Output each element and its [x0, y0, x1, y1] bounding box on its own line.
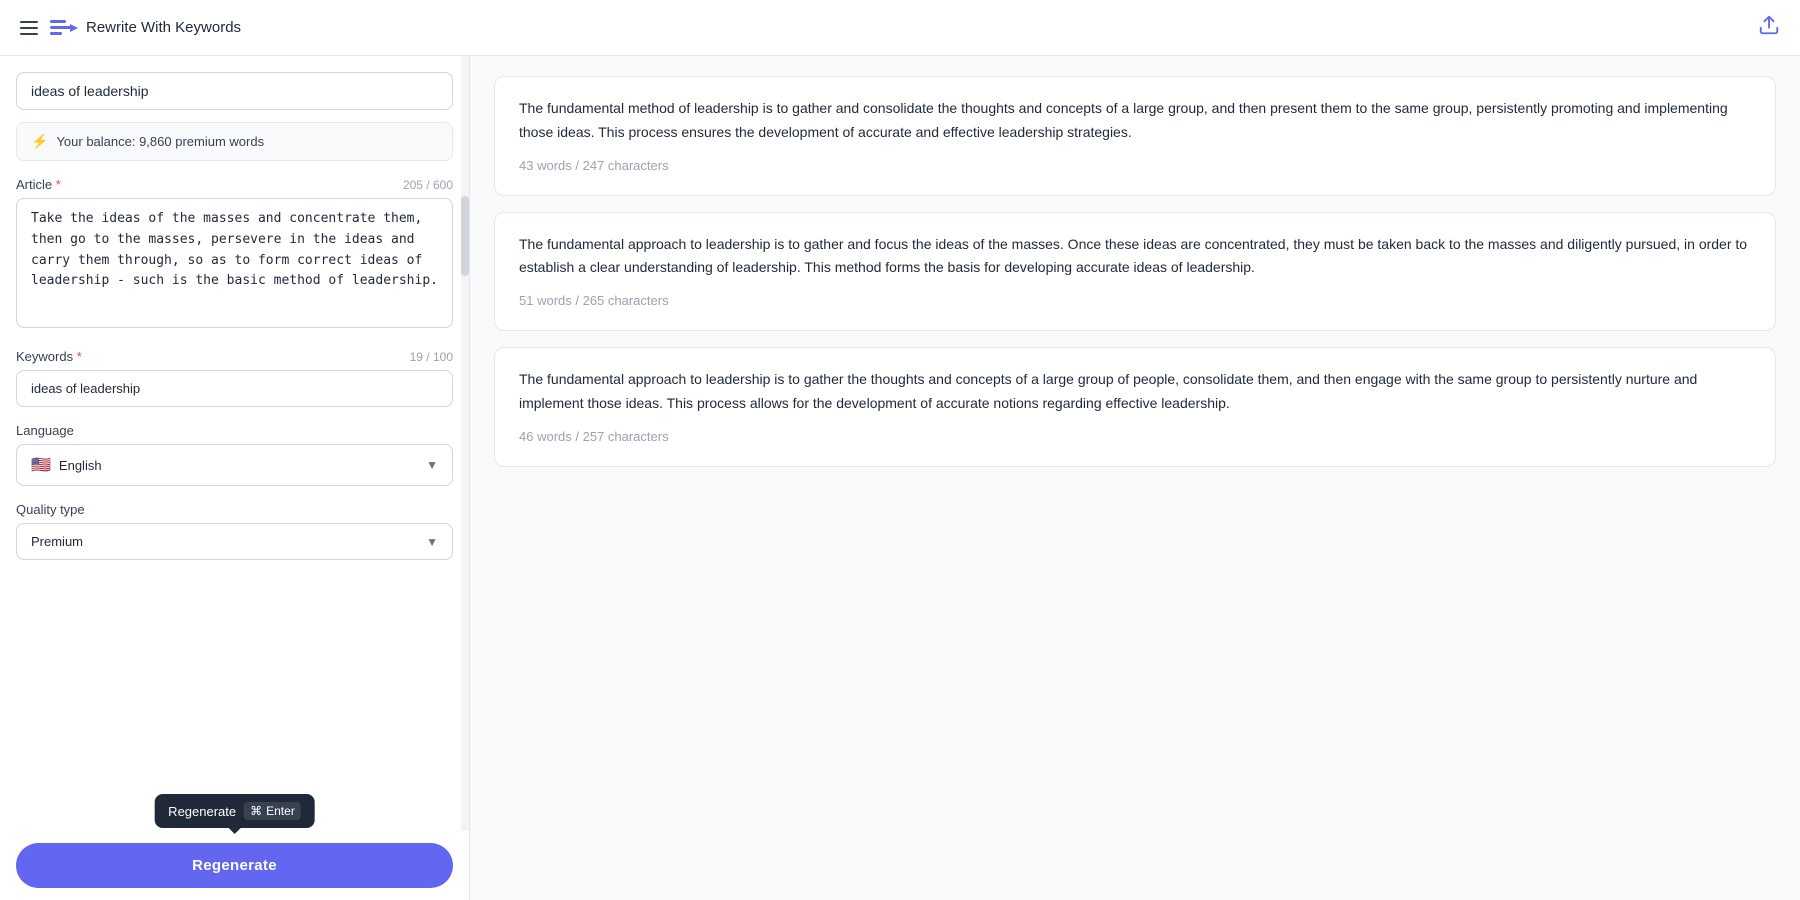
keywords-char-count: 19 / 100	[410, 350, 453, 364]
language-select-wrapper: 🇺🇸 English ▼	[16, 444, 453, 486]
result-card-1: The fundamental method of leadership is …	[494, 76, 1776, 196]
logo-area: Rewrite With Keywords	[50, 18, 241, 38]
lightning-icon: ⚡	[31, 133, 48, 150]
keywords-required: *	[77, 349, 82, 364]
keywords-section-header: Keywords * 19 / 100	[16, 349, 453, 364]
result-meta-2: 51 words / 265 characters	[519, 293, 669, 308]
article-textarea[interactable]: Take the ideas of the masses and concent…	[16, 198, 453, 328]
language-value: English	[59, 458, 102, 473]
right-panel: The fundamental method of leadership is …	[470, 56, 1800, 900]
scroll-thumb[interactable]	[461, 196, 469, 276]
left-scroll-area: ⚡ Your balance: 9,860 premium words Arti…	[0, 56, 469, 900]
result-text-3: The fundamental approach to leadership i…	[519, 368, 1751, 416]
logo-icon	[50, 18, 78, 38]
quality-label: Quality type	[16, 502, 453, 517]
menu-button[interactable]	[20, 21, 38, 35]
app-header: Rewrite With Keywords	[0, 0, 1800, 56]
balance-box: ⚡ Your balance: 9,860 premium words	[16, 122, 453, 161]
header-left: Rewrite With Keywords	[20, 18, 241, 38]
result-text-1: The fundamental method of leadership is …	[519, 97, 1751, 145]
upload-icon[interactable]	[1758, 14, 1780, 42]
result-card-2: The fundamental approach to leadership i…	[494, 212, 1776, 332]
header-right	[1758, 14, 1780, 42]
keywords-input[interactable]	[16, 370, 453, 407]
balance-text: Your balance: 9,860 premium words	[56, 134, 264, 149]
language-field: Language 🇺🇸 English ▼	[16, 423, 453, 486]
language-chevron-icon: ▼	[426, 458, 438, 472]
main-layout: ⚡ Your balance: 9,860 premium words Arti…	[0, 56, 1800, 900]
enter-key: Enter	[266, 804, 295, 818]
result-meta-3: 46 words / 257 characters	[519, 429, 669, 444]
article-label: Article *	[16, 177, 61, 192]
article-section-header: Article * 205 / 600	[16, 177, 453, 192]
regenerate-btn-wrapper: Regenerate	[0, 831, 469, 900]
cmd-key: ⌘	[250, 804, 262, 818]
result-meta-1: 43 words / 247 characters	[519, 158, 669, 173]
article-char-count: 205 / 600	[403, 178, 453, 192]
quality-field: Quality type Premium ▼	[16, 502, 453, 560]
topic-input-wrapper	[16, 72, 453, 110]
language-select[interactable]: 🇺🇸 English ▼	[16, 444, 453, 486]
result-text-2: The fundamental approach to leadership i…	[519, 233, 1751, 281]
left-panel: ⚡ Your balance: 9,860 premium words Arti…	[0, 56, 470, 900]
app-title: Rewrite With Keywords	[86, 19, 241, 36]
regenerate-tooltip: Regenerate ⌘ Enter	[154, 794, 315, 828]
regenerate-button[interactable]: Regenerate	[16, 843, 453, 888]
tooltip-box: Regenerate ⌘ Enter	[154, 794, 315, 828]
result-card-3: The fundamental approach to leadership i…	[494, 347, 1776, 467]
quality-chevron-icon: ▼	[426, 535, 438, 549]
quality-select[interactable]: Premium ▼	[16, 523, 453, 560]
language-flag: 🇺🇸	[31, 455, 51, 475]
language-label: Language	[16, 423, 453, 438]
quality-select-wrapper: Premium ▼	[16, 523, 453, 560]
keyboard-shortcut: ⌘ Enter	[244, 802, 301, 820]
article-required: *	[56, 177, 61, 192]
scroll-track	[461, 56, 469, 900]
keywords-label: Keywords *	[16, 349, 82, 364]
topic-input[interactable]	[16, 72, 453, 110]
tooltip-label: Regenerate	[168, 804, 236, 819]
quality-value: Premium	[31, 534, 83, 549]
